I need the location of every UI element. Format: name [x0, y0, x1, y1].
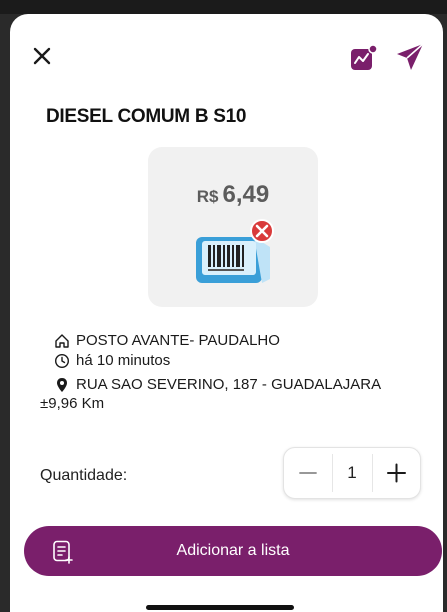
increment-button[interactable] [373, 448, 420, 498]
quantity-value[interactable]: 1 [332, 448, 372, 498]
share-button[interactable] [394, 41, 426, 73]
close-button[interactable] [30, 44, 54, 68]
add-to-list-button[interactable]: Adicionar a lista [24, 526, 442, 576]
status-bar-edge [0, 0, 447, 14]
quantity-label: Quantidade: [40, 467, 128, 484]
price-card: R$ 6,49 [148, 147, 318, 307]
chart-icon [351, 44, 378, 70]
product-sheet: DIESEL COMUM B S10 R$ 6,49 POSTO AVANTE- … [10, 14, 443, 612]
station-distance: ±9,96 Km [40, 395, 105, 412]
price-display: R$ 6,49 [148, 181, 318, 209]
quantity-stepper: 1 [283, 447, 421, 499]
station-address: RUA SAO SEVERINO, 187 - GUADALAJARA [76, 376, 382, 393]
send-icon [397, 43, 424, 70]
add-to-list-label: Adicionar a lista [176, 542, 290, 559]
price-currency: R$ [196, 187, 219, 206]
price-history-button[interactable] [350, 44, 378, 72]
decrement-button[interactable] [284, 448, 332, 498]
close-icon [33, 47, 51, 65]
updated-time: há 10 minutos [76, 352, 171, 369]
home-indicator[interactable] [146, 605, 294, 610]
station-name: POSTO AVANTE- PAUDALHO [76, 332, 280, 349]
product-title: DIESEL COMUM B S10 [46, 106, 247, 127]
price-value: 6,49 [222, 181, 270, 208]
minus-icon [299, 472, 317, 474]
location-pin-icon [57, 378, 67, 392]
plus-icon [387, 463, 406, 483]
home-icon [55, 334, 69, 348]
clock-icon [54, 353, 70, 369]
barcode-error-icon [196, 219, 274, 283]
